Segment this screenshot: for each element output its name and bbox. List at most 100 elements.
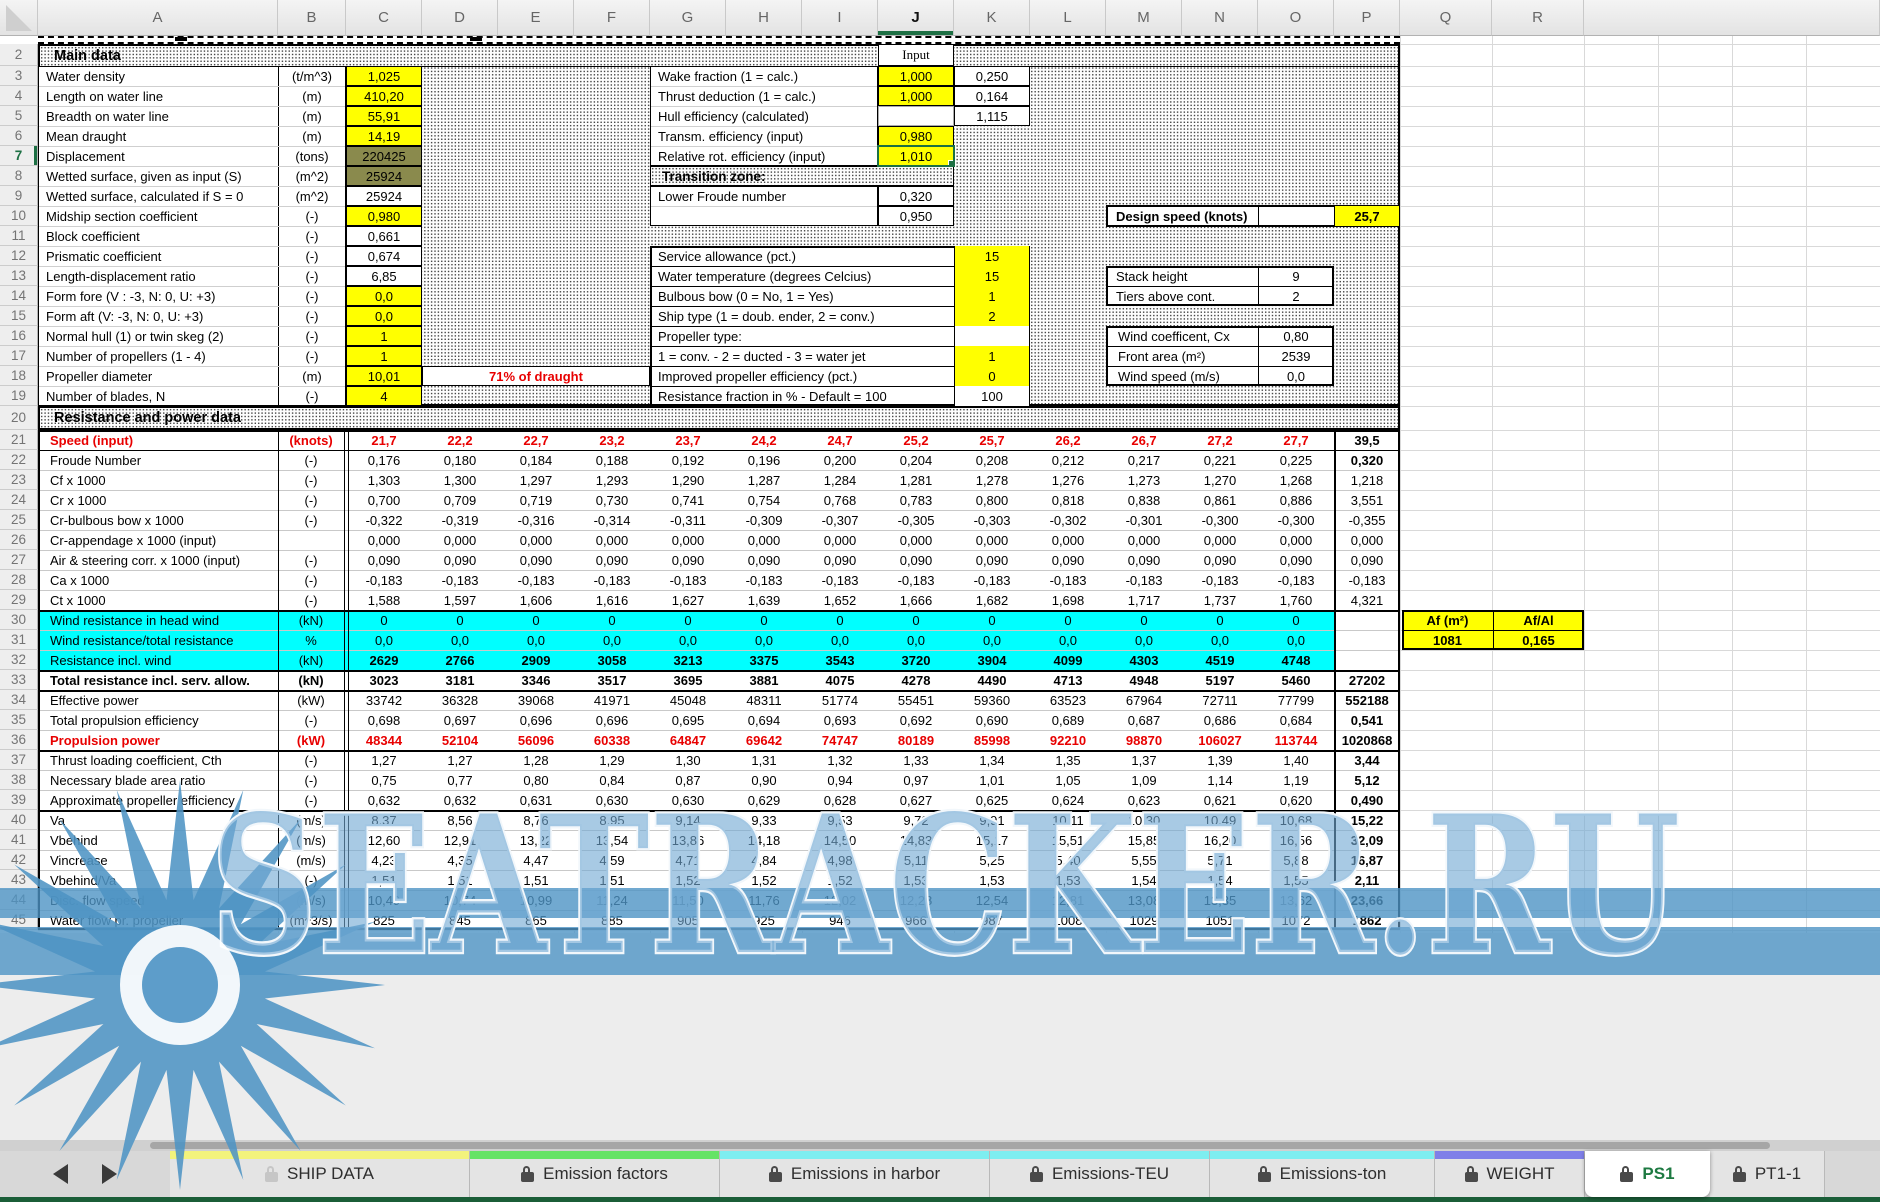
cell-E39[interactable]: 0,631 [498,790,574,810]
cell-F42[interactable]: 4,59 [574,850,650,870]
cell-M25[interactable]: -0,301 [1106,510,1182,530]
cell-B33[interactable]: (kN) [279,670,343,690]
cell-M42[interactable]: 5,55 [1106,850,1182,870]
cell-B34[interactable]: (kW) [279,690,343,710]
cell-G4[interactable]: Thrust deduction (1 = calc.) [652,86,876,106]
cell-B41[interactable]: (m/s) [279,830,343,850]
cell-B39[interactable]: (-) [279,790,343,810]
cell-C42[interactable]: 4,23 [346,850,422,870]
cell-K12[interactable]: 15 [954,246,1029,266]
cell-G16[interactable]: Propeller type: [652,326,952,346]
cell-I28[interactable]: -0,183 [802,570,878,590]
cell-J25[interactable]: -0,305 [878,510,954,530]
cell-D18-note[interactable]: 71% of draught [422,366,650,386]
cell-G5[interactable]: Hull efficiency (calculated) [652,106,876,126]
cell-L39[interactable]: 0,624 [1030,790,1106,810]
row-header-2[interactable]: 2 [0,44,38,66]
cell-O31[interactable]: 0,0 [1258,630,1334,650]
cell-L33[interactable]: 4713 [1030,670,1106,690]
cell-A13[interactable]: Length-displacement ratio [40,266,274,286]
column-header-H[interactable]: H [726,0,802,36]
row-header-30[interactable]: 30 [0,610,38,630]
cell-speed-21-7[interactable]: 25,2 [878,430,954,450]
cell-B31[interactable]: % [279,630,343,650]
cell-B19[interactable]: (-) [279,386,345,406]
cell-D32[interactable]: 2766 [422,650,498,670]
cell-O28[interactable]: -0,183 [1258,570,1334,590]
cell-C6[interactable]: 14,19 [346,126,422,146]
cell-I42[interactable]: 4,98 [802,850,878,870]
cell-A31[interactable]: Wind resistance/total resistance [44,630,274,650]
cell-K38[interactable]: 1,01 [954,770,1030,790]
cell-N43[interactable]: 1,54 [1182,870,1258,890]
cell-K31[interactable]: 0,0 [954,630,1030,650]
column-header-C[interactable]: C [346,0,422,36]
cell-A11[interactable]: Block coefficient [40,226,274,246]
cell-N31[interactable]: 0,0 [1182,630,1258,650]
cell-P36[interactable]: 1020868 [1336,730,1398,750]
cell-L42[interactable]: 5,40 [1030,850,1106,870]
cell-C7[interactable]: 220425 [346,146,422,166]
cell-J35[interactable]: 0,692 [878,710,954,730]
cell-F27[interactable]: 0,090 [574,550,650,570]
cell-A9[interactable]: Wetted surface, calculated if S = 0 [40,186,274,206]
cell-A16[interactable]: Normal hull (1) or twin skeg (2) [40,326,274,346]
cell-N27[interactable]: 0,090 [1182,550,1258,570]
cell-F26[interactable]: 0,000 [574,530,650,550]
cell-F30[interactable]: 0 [574,610,650,630]
cell-C17[interactable]: 1 [346,346,422,366]
cell-A14[interactable]: Form fore (V : -3, N: 0, U: +3) [40,286,274,306]
cell-K26[interactable]: 0,000 [954,530,1030,550]
cell-H29[interactable]: 1,639 [726,590,802,610]
cell-B5[interactable]: (m) [279,106,345,126]
cell-I25[interactable]: -0,307 [802,510,878,530]
cell-P40[interactable]: 15,22 [1336,810,1398,830]
cell-O25[interactable]: -0,300 [1258,510,1334,530]
cell-speed-21-1[interactable]: 22,2 [422,430,498,450]
cell-E27[interactable]: 0,090 [498,550,574,570]
column-header-A[interactable]: A [38,0,278,36]
cell-J45[interactable]: 966 [878,910,954,930]
cell-F38[interactable]: 0,84 [574,770,650,790]
cell-A41[interactable]: Vbehind [44,830,274,850]
cell-M18[interactable]: Wind speed (m/s) [1112,366,1254,386]
cell-N26[interactable]: 0,000 [1182,530,1258,550]
cell-B8[interactable]: (m^2) [279,166,345,186]
cell-O37[interactable]: 1,40 [1258,750,1334,770]
cell-K29[interactable]: 1,682 [954,590,1030,610]
cell-D34[interactable]: 36328 [422,690,498,710]
cell-O36[interactable]: 113744 [1258,730,1334,750]
row-header-28[interactable]: 28 [0,570,38,590]
cell-A36[interactable]: Propulsion power [44,730,274,750]
cell-C26[interactable]: 0,000 [346,530,422,550]
column-header-R[interactable]: R [1492,0,1584,36]
cell-A4[interactable]: Length on water line [40,86,274,106]
cell-M35[interactable]: 0,687 [1106,710,1182,730]
column-header-B[interactable]: B [278,0,346,36]
cell-H36[interactable]: 69642 [726,730,802,750]
cell-K23[interactable]: 1,278 [954,470,1030,490]
cell-J30[interactable]: 0 [878,610,954,630]
cell-B37[interactable]: (-) [279,750,343,770]
cell-O45[interactable]: 1072 [1258,910,1334,930]
cell-M39[interactable]: 0,623 [1106,790,1182,810]
cell-M33[interactable]: 4948 [1106,670,1182,690]
cell-F34[interactable]: 41971 [574,690,650,710]
cell-B18[interactable]: (m) [279,366,345,386]
cell-B13[interactable]: (-) [279,266,345,286]
cell-H37[interactable]: 1,31 [726,750,802,770]
cell-E30[interactable]: 0 [498,610,574,630]
cell-I41[interactable]: 14,50 [802,830,878,850]
cell-M45[interactable]: 1029 [1106,910,1182,930]
cell-J31[interactable]: 0,0 [878,630,954,650]
cell-I32[interactable]: 3543 [802,650,878,670]
cell-D44[interactable]: 10,74 [422,890,498,910]
cell-K16[interactable] [954,326,1029,346]
cell-L28[interactable]: -0,183 [1030,570,1106,590]
cell-D39[interactable]: 0,632 [422,790,498,810]
row-header-38[interactable]: 38 [0,770,38,790]
cell-G30[interactable]: 0 [650,610,726,630]
cell-L29[interactable]: 1,698 [1030,590,1106,610]
cell-F32[interactable]: 3058 [574,650,650,670]
cell-D30[interactable]: 0 [422,610,498,630]
